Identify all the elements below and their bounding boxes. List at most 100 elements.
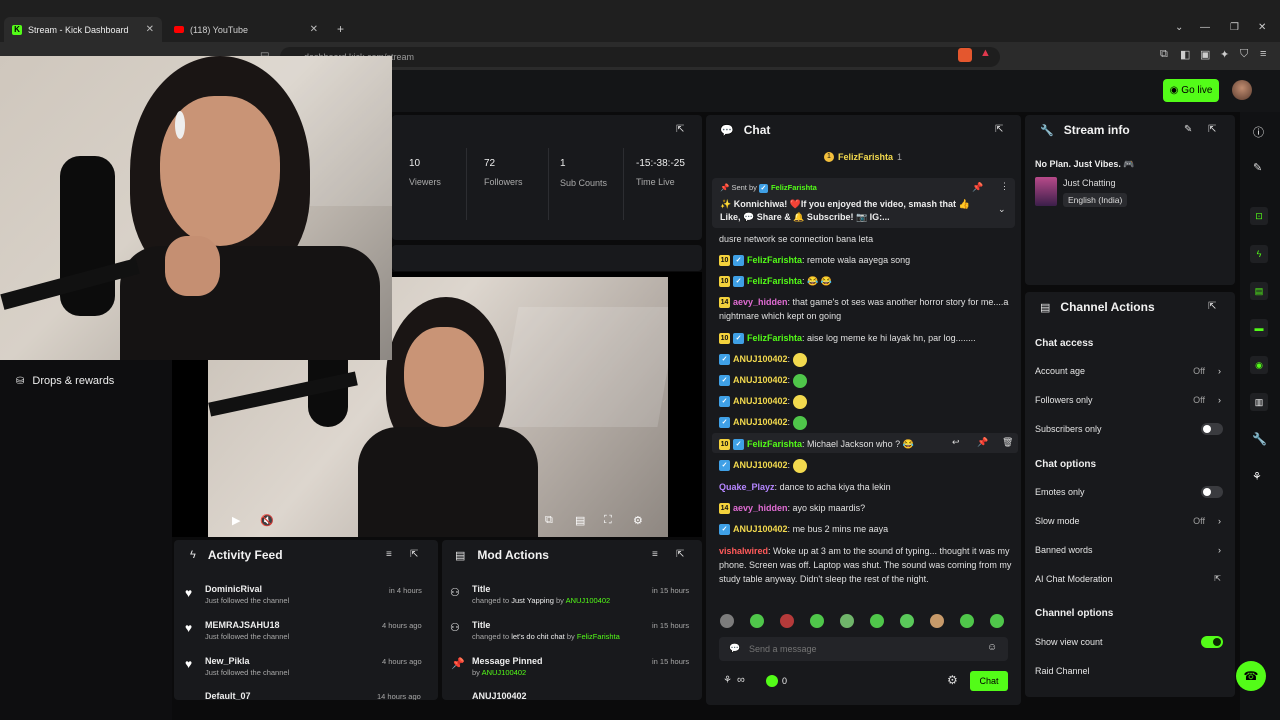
close-tab-icon[interactable]: ✕: [310, 24, 318, 35]
vpn-icon[interactable]: ⛉: [1240, 48, 1248, 61]
emote-icon[interactable]: [900, 614, 914, 628]
chat-username[interactable]: aevy_hidden: [733, 503, 788, 513]
settings-icon[interactable]: ⚙: [633, 514, 643, 527]
chat-message[interactable]: ✓ ANUJ100402:: [719, 415, 1014, 430]
chat-message[interactable]: ✓ ANUJ100402:: [719, 352, 1014, 367]
setting-slow-mode[interactable]: Slow mode Off ›: [1035, 516, 1225, 526]
activity-item[interactable]: New_Pikla Just followed the channel: [205, 656, 289, 677]
setting-raid-channel[interactable]: Raid Channel: [1035, 666, 1225, 676]
category-thumbnail[interactable]: [1035, 177, 1057, 206]
more-options-icon[interactable]: ⋮: [1000, 181, 1009, 192]
moderator-name[interactable]: ANUJ100402: [566, 596, 611, 605]
emotes-only-toggle[interactable]: [1201, 486, 1223, 498]
chat-message[interactable]: 10 ✓ FelizFarishta: remote wala aayega son…: [719, 253, 1014, 267]
profile-avatar[interactable]: [1232, 80, 1252, 100]
chat-rules-icon[interactable]: ⚘: [723, 675, 732, 686]
layout-icon[interactable]: ▥: [1250, 393, 1268, 411]
popout-icon[interactable]: ⇱: [1208, 301, 1216, 312]
sidebar-toggle-icon[interactable]: ◧: [1180, 48, 1190, 61]
chat-username[interactable]: ANUJ100402: [733, 417, 788, 427]
chat-username[interactable]: ANUJ100402: [733, 354, 788, 364]
lightning-icon[interactable]: ϟ: [1250, 245, 1268, 263]
mod-action-item[interactable]: Message Pinned by ANUJ100402: [472, 656, 543, 677]
emote-icon[interactable]: [750, 614, 764, 628]
edit-icon[interactable]: ✎: [1184, 124, 1192, 135]
menu-icon[interactable]: ≡: [1260, 48, 1266, 60]
pin-message-icon[interactable]: 📌: [977, 437, 988, 448]
extensions-icon[interactable]: ⧉: [1160, 48, 1168, 61]
top-gifter-bar[interactable]: 1 FelizFarishta 1: [824, 152, 902, 162]
sidebar-item-drops[interactable]: ⛁ Drops & rewards: [16, 375, 114, 387]
chat-message[interactable]: ✓ ANUJ100402: me bus 2 mins me aaya: [719, 522, 1014, 536]
emote-icon[interactable]: [780, 614, 794, 628]
chat-username[interactable]: vishalwired: [719, 546, 768, 556]
play-icon[interactable]: ▶: [232, 514, 240, 527]
chat-settings-icon[interactable]: ⚙: [947, 673, 958, 687]
brave-shield-icon[interactable]: [958, 48, 972, 62]
mod-action-item[interactable]: ANUJ100402: [472, 692, 527, 700]
show-view-count-toggle[interactable]: [1201, 636, 1223, 648]
new-tab-icon[interactable]: +: [337, 22, 344, 36]
emote-icon[interactable]: [840, 614, 854, 628]
broadcast-icon[interactable]: ◉: [1250, 356, 1268, 374]
leo-ai-icon[interactable]: ✦: [1220, 48, 1229, 61]
chat-input-box[interactable]: 💬 ☺: [719, 637, 1008, 661]
filter-icon[interactable]: ≡: [386, 549, 392, 560]
brave-rewards-icon[interactable]: ▲: [980, 47, 991, 59]
setting-account-age[interactable]: Account age Off ›: [1035, 366, 1225, 376]
reply-icon[interactable]: ↩: [952, 437, 960, 448]
browser-tab-kick[interactable]: K Stream - Kick Dashboard ✕: [4, 17, 162, 42]
emote-icon[interactable]: [930, 614, 944, 628]
support-button[interactable]: ☎: [1236, 661, 1266, 691]
chat-input[interactable]: [749, 640, 979, 658]
chat-bubble-icon[interactable]: ▬: [1250, 319, 1268, 337]
emote-icon[interactable]: [990, 614, 1004, 628]
emote-icon[interactable]: [960, 614, 974, 628]
activity-item[interactable]: Default_07: [205, 692, 251, 700]
chat-username[interactable]: Quake_Playz: [719, 482, 775, 492]
chat-message[interactable]: 14 aevy_hidden: ayo skip maardis?: [719, 501, 1014, 515]
chat-message[interactable]: Quake_Playz: dance to acha kiya tha leki…: [719, 480, 1014, 494]
chat-username[interactable]: ANUJ100402: [733, 460, 788, 470]
chat-message[interactable]: ✓ ANUJ100402:: [719, 458, 1014, 473]
fullscreen-icon[interactable]: ⛶: [604, 514, 612, 527]
tab-list-icon[interactable]: ⌄: [1175, 22, 1183, 33]
popout-icon[interactable]: ⇱: [995, 124, 1003, 135]
setting-banned-words[interactable]: Banned words ›: [1035, 545, 1225, 555]
wrench-icon[interactable]: 🔧: [1252, 432, 1267, 446]
chat-username[interactable]: aevy_hidden: [733, 297, 788, 307]
apps-icon[interactable]: ⚘: [1252, 470, 1262, 483]
minimize-icon[interactable]: —: [1200, 22, 1210, 33]
mute-icon[interactable]: 🔇: [260, 514, 274, 527]
delete-icon[interactable]: 🗑: [1002, 437, 1013, 448]
mod-action-item[interactable]: Title changed to Just Yapping by ANUJ100…: [472, 584, 610, 605]
popout-icon[interactable]: ⇱: [676, 124, 684, 135]
go-live-button[interactable]: ◉ Go live: [1163, 79, 1219, 102]
popout-icon[interactable]: ⇱: [676, 549, 684, 560]
info-icon[interactable]: ⓘ: [1253, 124, 1264, 140]
moderator-name[interactable]: ANUJ100402: [482, 668, 527, 677]
emote-icon[interactable]: [720, 614, 734, 628]
close-tab-icon[interactable]: ✕: [146, 24, 154, 35]
activity-item[interactable]: MEMRAJSAHU18 Just followed the channel: [205, 620, 289, 641]
category-name[interactable]: Just Chatting: [1063, 178, 1116, 188]
chat-username[interactable]: FelizFarishta: [747, 439, 802, 449]
popout-icon[interactable]: ⇱: [1208, 124, 1216, 135]
emote-icon[interactable]: [870, 614, 884, 628]
chat-message[interactable]: 10 ✓ FelizFarishta: 😂 😂: [719, 274, 1014, 288]
chat-message[interactable]: dusre network se connection bana leta: [719, 232, 1014, 246]
chat-username[interactable]: ANUJ100402: [733, 396, 788, 406]
chat-username[interactable]: ANUJ100402: [733, 524, 788, 534]
unpin-icon[interactable]: 📌: [972, 182, 983, 193]
chat-message[interactable]: ✓ ANUJ100402:: [719, 394, 1014, 409]
popout-icon[interactable]: ⇱: [410, 549, 418, 560]
wallet-icon[interactable]: ▣: [1200, 48, 1210, 61]
theater-icon[interactable]: ▤: [575, 514, 585, 527]
chat-username[interactable]: FelizFarishta: [747, 276, 802, 286]
pencil-icon[interactable]: ✎: [1253, 161, 1262, 174]
setting-followers-only[interactable]: Followers only Off ›: [1035, 395, 1225, 405]
chat-message[interactable]: 14 aevy_hidden: that game's ot ses was an…: [719, 295, 1014, 323]
camera-icon[interactable]: ⊡: [1250, 207, 1268, 225]
filter-icon[interactable]: ≡: [652, 549, 658, 560]
subscribers-only-toggle[interactable]: [1201, 423, 1223, 435]
